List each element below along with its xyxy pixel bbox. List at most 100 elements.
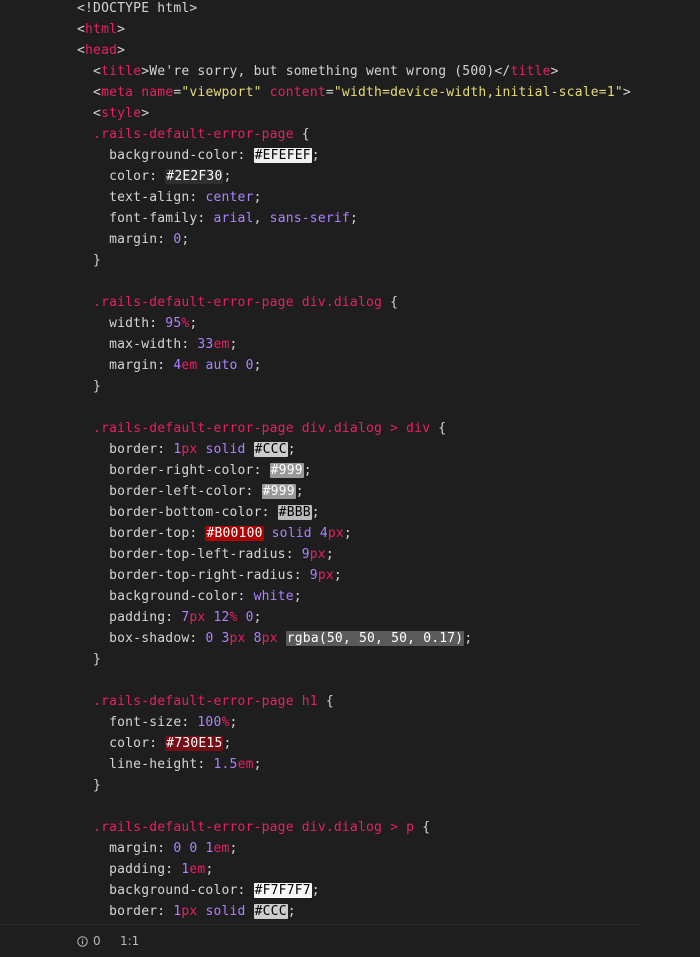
code-token: 0: [245, 358, 254, 373]
code-token: border-top:: [77, 526, 206, 541]
code-editor[interactable]: <!DOCTYPE html> <html> <head> <title>We're…: [0, 0, 700, 924]
code-token: max-width:: [77, 337, 198, 352]
code-line[interactable]: .rails-default-error-page div.dialog > d…: [77, 418, 446, 439]
code-token: ;: [311, 505, 320, 520]
code-token: auto: [205, 358, 238, 373]
code-token: 1.5: [213, 757, 238, 772]
code-line[interactable]: .rails-default-error-page div.dialog > p…: [77, 817, 430, 838]
code-token: ;: [229, 715, 238, 730]
code-token: {: [293, 127, 310, 142]
code-token: 9: [301, 547, 310, 562]
code-line[interactable]: font-size: 100%;: [77, 712, 238, 733]
code-token: <: [77, 43, 86, 58]
code-token: ;: [205, 862, 214, 877]
code-line[interactable]: <meta name="viewport" content="width=dev…: [77, 82, 631, 103]
code-token: .rails-default-error-page: [93, 127, 294, 142]
code-token: background-color:: [77, 589, 254, 604]
code-token: font-size:: [77, 715, 198, 730]
code-token: color:: [77, 736, 166, 751]
code-line[interactable]: padding: 7px 12% 0;: [77, 607, 262, 628]
code-line[interactable]: margin: 0 0 1em;: [77, 838, 238, 859]
code-line[interactable]: border-top-left-radius: 9px;: [77, 544, 334, 565]
code-line[interactable]: box-shadow: 0 3px 8px rgba(50, 50, 50, 0…: [77, 628, 472, 649]
code-line[interactable]: background-color: white;: [77, 586, 302, 607]
code-token: em: [181, 358, 198, 373]
code-line[interactable]: background-color: #EFEFEF;: [77, 145, 320, 166]
code-line[interactable]: color: #2E2F30;: [77, 166, 232, 187]
code-token: padding:: [77, 610, 182, 625]
code-line[interactable]: }: [77, 376, 101, 397]
code-token: style: [101, 106, 142, 121]
code-token: }: [77, 379, 102, 394]
color-swatch-token: #EFEFEF: [253, 148, 312, 163]
code-line[interactable]: .rails-default-error-page div.dialog {: [77, 292, 398, 313]
code-token: >: [117, 22, 126, 37]
code-line[interactable]: border-bottom-color: #BBB;: [77, 502, 320, 523]
code-token: }: [77, 253, 102, 268]
code-line[interactable]: text-align: center;: [77, 187, 262, 208]
code-line[interactable]: color: #730E15;: [77, 733, 232, 754]
code-line[interactable]: border-top-right-radius: 9px;: [77, 565, 342, 586]
code-token: ;: [253, 610, 262, 625]
color-swatch-token: #999: [269, 463, 304, 478]
code-token: .rails-default-error-page: [93, 694, 294, 709]
code-token: px: [327, 526, 344, 541]
code-token: >: [382, 421, 407, 436]
code-line[interactable]: border: 1px solid #CCC;: [77, 439, 296, 460]
code-token: title: [510, 64, 551, 79]
color-swatch-token: #2E2F30: [165, 169, 224, 184]
code-line[interactable]: .rails-default-error-page {: [77, 124, 310, 145]
code-line[interactable]: <title>We're sorry, but something went w…: [77, 61, 559, 82]
code-token: border:: [77, 904, 174, 919]
code-token: 4: [319, 526, 328, 541]
problems-indicator[interactable]: 0: [77, 925, 101, 957]
problems-count: 0: [93, 934, 101, 948]
cursor-position[interactable]: 1:1: [120, 925, 139, 957]
code-line[interactable]: <!DOCTYPE html>: [77, 0, 197, 19]
code-token: 12: [213, 610, 230, 625]
code-line[interactable]: padding: 1em;: [77, 859, 213, 880]
code-line[interactable]: background-color: #F7F7F7;: [77, 880, 320, 901]
code-line[interactable]: }: [77, 250, 101, 271]
code-line[interactable]: font-family: arial, sans-serif;: [77, 208, 358, 229]
code-token: %: [221, 715, 230, 730]
code-token: name: [141, 85, 174, 100]
code-line[interactable]: <html>: [77, 19, 125, 40]
code-line[interactable]: margin: 4em auto 0;: [77, 355, 262, 376]
code-line[interactable]: width: 95%;: [77, 313, 197, 334]
code-line[interactable]: <head>: [77, 40, 125, 61]
code-line[interactable]: border-top: #B00100 solid 4px;: [77, 523, 352, 544]
code-token: border:: [77, 442, 174, 457]
code-line[interactable]: <style>: [77, 103, 149, 124]
code-token: text-align:: [77, 190, 206, 205]
code-token: {: [430, 421, 447, 436]
code-token: 8: [253, 631, 262, 646]
code-line[interactable]: .rails-default-error-page h1 {: [77, 691, 334, 712]
code-token: "width=device-width,initial-scale=1": [333, 85, 623, 100]
code-token: ;: [287, 442, 296, 457]
code-token: head: [85, 43, 118, 58]
code-token: px: [189, 610, 206, 625]
code-line[interactable]: line-height: 1.5em;: [77, 754, 262, 775]
code-token: content: [269, 85, 326, 100]
code-token: title: [101, 64, 142, 79]
code-line[interactable]: margin: 0;: [77, 229, 189, 250]
code-line[interactable]: border-left-color: #999;: [77, 481, 304, 502]
code-line[interactable]: border: 1px solid #CCC;: [77, 901, 296, 922]
code-line[interactable]: border-right-color: #999;: [77, 460, 312, 481]
code-line[interactable]: }: [77, 649, 101, 670]
code-token: {: [382, 295, 399, 310]
code-token: solid: [205, 904, 246, 919]
code-line[interactable]: }: [77, 775, 101, 796]
code-token: white: [253, 589, 294, 604]
code-line[interactable]: max-width: 33em;: [77, 334, 238, 355]
